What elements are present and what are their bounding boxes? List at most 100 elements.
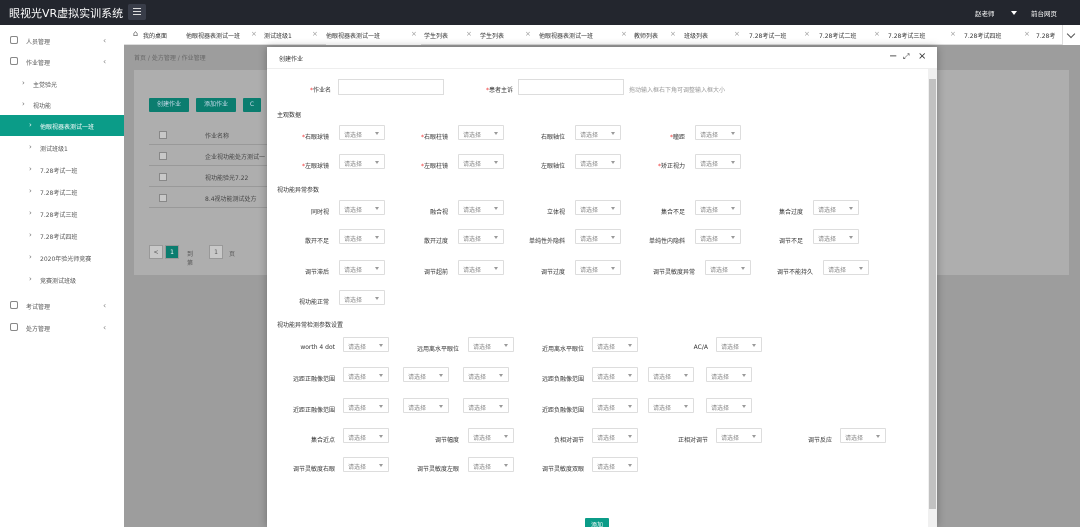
sidebar-item[interactable]: › 7.28考试三班	[0, 203, 124, 224]
select-dropdown[interactable]: 请选择	[695, 154, 741, 169]
select-dropdown[interactable]: 请选择	[339, 229, 385, 244]
tab[interactable]: 7.28考试三班 ×	[888, 25, 960, 45]
select-dropdown[interactable]: 请选择	[648, 398, 694, 413]
sidebar-item[interactable]: › 7.28考试一班	[0, 159, 124, 180]
tab-close-icon[interactable]: ×	[874, 30, 880, 38]
sidebar-item[interactable]: › 7.28考试二班	[0, 181, 124, 202]
select-dropdown[interactable]: 请选择	[813, 200, 859, 215]
sidebar-item[interactable]: ‹ 人员管理	[0, 30, 124, 51]
refresh-button[interactable]: C	[243, 98, 261, 112]
select-dropdown[interactable]: 请选择	[592, 367, 638, 382]
select-dropdown[interactable]: 请选择	[695, 200, 741, 215]
tab-close-icon[interactable]: ×	[734, 30, 740, 38]
prev-page-button[interactable]: <	[149, 245, 163, 259]
tab[interactable]: 测试班级1 ×	[264, 25, 322, 45]
select-dropdown[interactable]: 请选择	[592, 428, 638, 443]
sidebar-item[interactable]: › 视功能	[0, 94, 124, 115]
current-page[interactable]: 1	[165, 245, 179, 259]
home-link[interactable]: 前台网页	[1031, 8, 1057, 18]
tabs-more-button[interactable]	[1062, 25, 1080, 45]
select-dropdown[interactable]: 请选择	[716, 337, 762, 352]
select-dropdown[interactable]: 请选择	[592, 337, 638, 352]
tab-close-icon[interactable]: ×	[804, 30, 810, 38]
tab[interactable]: 7.28考试一班 ×	[749, 25, 814, 45]
tab-close-icon[interactable]: ×	[670, 30, 676, 38]
select-dropdown[interactable]: 请选择	[343, 337, 389, 352]
tab[interactable]: 班级列表 ×	[684, 25, 744, 45]
sidebar-item[interactable]: ‹ 处方管理	[0, 317, 124, 338]
tab-close-icon[interactable]: ×	[621, 30, 627, 38]
select-dropdown[interactable]: 请选择	[706, 367, 752, 382]
select-dropdown[interactable]: 请选择	[575, 154, 621, 169]
select-dropdown[interactable]: 请选择	[339, 200, 385, 215]
tab[interactable]: 学生列表 ×	[480, 25, 535, 45]
table-row[interactable]: 视功能验光7.22	[149, 167, 274, 187]
sidebar-item[interactable]: ‹ 考试管理	[0, 295, 124, 316]
sidebar-item[interactable]: › 他眼视器表测试一班	[0, 115, 124, 136]
select-dropdown[interactable]: 请选择	[468, 428, 514, 443]
tab[interactable]: 他眼视器表测试一班 ×	[539, 25, 631, 45]
select-dropdown[interactable]: 请选择	[463, 398, 509, 413]
user-name[interactable]: 赵老师	[975, 8, 995, 18]
select-dropdown[interactable]: 请选择	[343, 367, 389, 382]
sidebar-item[interactable]: › 2020年验光师竞赛	[0, 247, 124, 268]
tab[interactable]: 学生列表 ×	[424, 25, 476, 45]
row-checkbox[interactable]	[159, 194, 167, 202]
select-dropdown[interactable]: 请选择	[343, 398, 389, 413]
create-assignment-button[interactable]: 创建作业	[149, 98, 189, 112]
select-dropdown[interactable]: 请选择	[648, 367, 694, 382]
select-dropdown[interactable]: 请选择	[575, 200, 621, 215]
select-dropdown[interactable]: 请选择	[403, 367, 449, 382]
tab-close-icon[interactable]: ×	[251, 30, 257, 38]
menu-toggle-button[interactable]	[128, 4, 146, 20]
select-dropdown[interactable]: 请选择	[458, 154, 504, 169]
table-row[interactable]: 8.4视功能测试处方	[149, 188, 274, 208]
sidebar-item[interactable]: ‹ 作业管理	[0, 51, 124, 72]
select-dropdown[interactable]: 请选择	[458, 125, 504, 140]
assignment-name-input[interactable]	[338, 79, 444, 95]
select-dropdown[interactable]: 请选择	[468, 457, 514, 472]
select-dropdown[interactable]: 请选择	[403, 398, 449, 413]
scrollbar-thumb[interactable]	[929, 79, 936, 509]
select-dropdown[interactable]: 请选择	[339, 154, 385, 169]
maximize-icon[interactable]: ⤢	[903, 52, 909, 62]
user-dropdown-icon[interactable]	[1011, 11, 1017, 15]
sidebar-item[interactable]: › 竞赛测试班级	[0, 269, 124, 290]
tab[interactable]: 他眼视器表测试一班 ×	[186, 25, 261, 45]
select-dropdown[interactable]: 请选择	[339, 290, 385, 305]
select-dropdown[interactable]: 请选择	[463, 367, 509, 382]
select-dropdown[interactable]: 请选择	[592, 457, 638, 472]
row-checkbox[interactable]	[159, 152, 167, 160]
select-all-checkbox[interactable]	[159, 131, 167, 139]
select-dropdown[interactable]: 请选择	[840, 428, 886, 443]
select-dropdown[interactable]: 请选择	[695, 229, 741, 244]
select-dropdown[interactable]: 请选择	[343, 457, 389, 472]
select-dropdown[interactable]: 请选择	[458, 260, 504, 275]
row-checkbox[interactable]	[159, 173, 167, 181]
tab-close-icon[interactable]: ×	[312, 30, 318, 38]
sidebar-item[interactable]: › 7.28考试四班	[0, 225, 124, 246]
select-dropdown[interactable]: 请选择	[575, 125, 621, 140]
select-dropdown[interactable]: 请选择	[339, 125, 385, 140]
select-dropdown[interactable]: 请选择	[339, 260, 385, 275]
tab-close-icon[interactable]: ×	[411, 30, 417, 38]
select-dropdown[interactable]: 请选择	[813, 229, 859, 244]
tab-close-icon[interactable]: ×	[950, 30, 956, 38]
tab[interactable]: 他眼视器表测试一班 ×	[326, 25, 421, 45]
tab-close-icon[interactable]: ×	[1024, 30, 1030, 38]
select-dropdown[interactable]: 请选择	[458, 229, 504, 244]
minimize-icon[interactable]: −	[889, 51, 897, 62]
add-assignment-button[interactable]: 添加作业	[196, 98, 236, 112]
add-submit-button[interactable]: 添加	[585, 518, 609, 527]
select-dropdown[interactable]: 请选择	[575, 229, 621, 244]
tab[interactable]: 教师列表 ×	[634, 25, 680, 45]
select-dropdown[interactable]: 请选择	[343, 428, 389, 443]
patient-complaint-textarea[interactable]	[518, 79, 624, 95]
select-dropdown[interactable]: 请选择	[705, 260, 751, 275]
tab-close-icon[interactable]: ×	[525, 30, 531, 38]
tab-close-icon[interactable]: ×	[466, 30, 472, 38]
select-dropdown[interactable]: 请选择	[706, 398, 752, 413]
sidebar-item[interactable]: › 测试班级1	[0, 137, 124, 158]
tab[interactable]: 7.28考试四班 ×	[964, 25, 1034, 45]
select-dropdown[interactable]: 请选择	[458, 200, 504, 215]
